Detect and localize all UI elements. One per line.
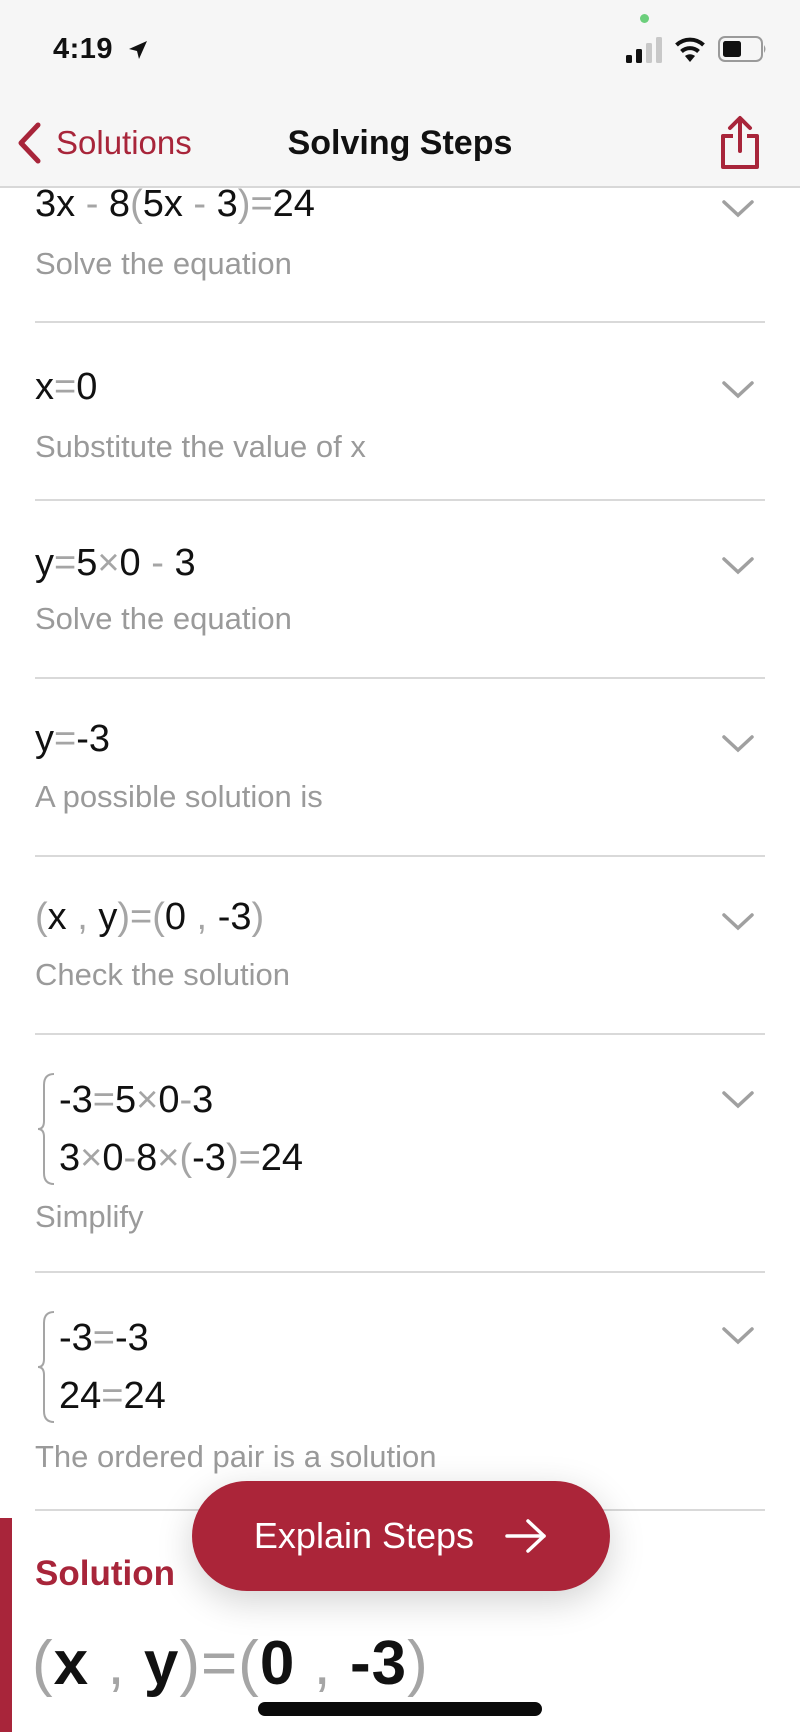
- chevron-down-icon[interactable]: [721, 198, 755, 220]
- system-line: -3=-3: [59, 1317, 149, 1359]
- step-item[interactable]: (x , y)=(0 , -3) Check the solution: [35, 857, 765, 1035]
- solution-y-value: -3: [349, 1629, 408, 1698]
- wifi-icon: [675, 37, 705, 62]
- status-time: 4:19: [53, 33, 114, 65]
- solution-x-var: x: [53, 1629, 90, 1698]
- equation-system: -3=5×0-3 3×0-8×(-3)=24: [35, 1071, 303, 1187]
- step-expression: y=5×0 - 3: [35, 542, 196, 584]
- back-button-label: Solutions: [56, 124, 192, 161]
- step-item[interactable]: y=-3 A possible solution is: [35, 679, 765, 857]
- chevron-down-icon[interactable]: [721, 1325, 755, 1347]
- step-description: Simplify: [35, 1199, 144, 1234]
- solution-y-var: y: [143, 1629, 180, 1698]
- solving-steps-list: 3x - 8(5x - 3)=24 Solve the equation x=0…: [0, 183, 800, 1511]
- step-description: Solve the equation: [35, 246, 292, 281]
- explain-steps-label: Explain Steps: [253, 1515, 475, 1556]
- chevron-down-icon[interactable]: [721, 555, 755, 577]
- signal-icon: [626, 37, 662, 63]
- step-item[interactable]: -3=5×0-3 3×0-8×(-3)=24 Simplify: [35, 1035, 765, 1273]
- step-item[interactable]: -3=-3 24=24 The ordered pair is a soluti…: [35, 1273, 765, 1511]
- step-expression: x=0: [35, 366, 98, 408]
- system-line: -3=5×0-3: [59, 1079, 214, 1121]
- status-bar: 4:19: [0, 0, 800, 100]
- location-arrow-icon: [129, 41, 147, 59]
- battery-icon: [718, 36, 766, 62]
- arrow-right-icon: [505, 1519, 546, 1553]
- left-brace-icon: [37, 1073, 55, 1185]
- share-icon[interactable]: [718, 114, 762, 172]
- back-button[interactable]: Solutions: [16, 118, 192, 168]
- step-description: A possible solution is: [35, 779, 323, 814]
- page-title-text: Solving Steps: [287, 124, 513, 162]
- chevron-left-icon: [18, 122, 41, 164]
- chevron-down-icon[interactable]: [721, 911, 755, 933]
- equation-system: -3=-3 24=24: [35, 1309, 166, 1425]
- chevron-down-icon[interactable]: [721, 1089, 755, 1111]
- navigation-bar: Solving Steps Solutions: [0, 100, 800, 188]
- solution-x-value: 0: [259, 1629, 296, 1698]
- step-description: Check the solution: [35, 957, 291, 992]
- step-item[interactable]: 3x - 8(5x - 3)=24 Solve the equation: [35, 183, 765, 323]
- left-brace-icon: [37, 1311, 55, 1423]
- solution-accent-bar: [0, 1518, 12, 1732]
- chevron-down-icon[interactable]: [721, 733, 755, 755]
- step-description: Substitute the value of x: [35, 429, 366, 464]
- step-item[interactable]: y=5×0 - 3 Solve the equation: [35, 501, 765, 679]
- step-item[interactable]: x=0 Substitute the value of x: [35, 323, 765, 501]
- solution-label: Solution: [35, 1554, 175, 1593]
- step-expression: y=-3: [35, 718, 110, 760]
- chevron-down-icon[interactable]: [721, 379, 755, 401]
- privacy-indicator-dot: [640, 14, 649, 23]
- solution-expression: (x , y)=(0 , -3): [32, 1629, 429, 1698]
- explain-steps-button[interactable]: Explain Steps: [192, 1481, 610, 1591]
- step-expression: 3x - 8(5x - 3)=24: [35, 183, 315, 225]
- step-description: Solve the equation: [35, 601, 292, 636]
- system-line: 3×0-8×(-3)=24: [59, 1137, 304, 1179]
- home-indicator[interactable]: [258, 1702, 542, 1716]
- system-line: 24=24: [59, 1375, 166, 1417]
- step-description: The ordered pair is a solution: [35, 1439, 437, 1474]
- step-expression: (x , y)=(0 , -3): [35, 896, 265, 938]
